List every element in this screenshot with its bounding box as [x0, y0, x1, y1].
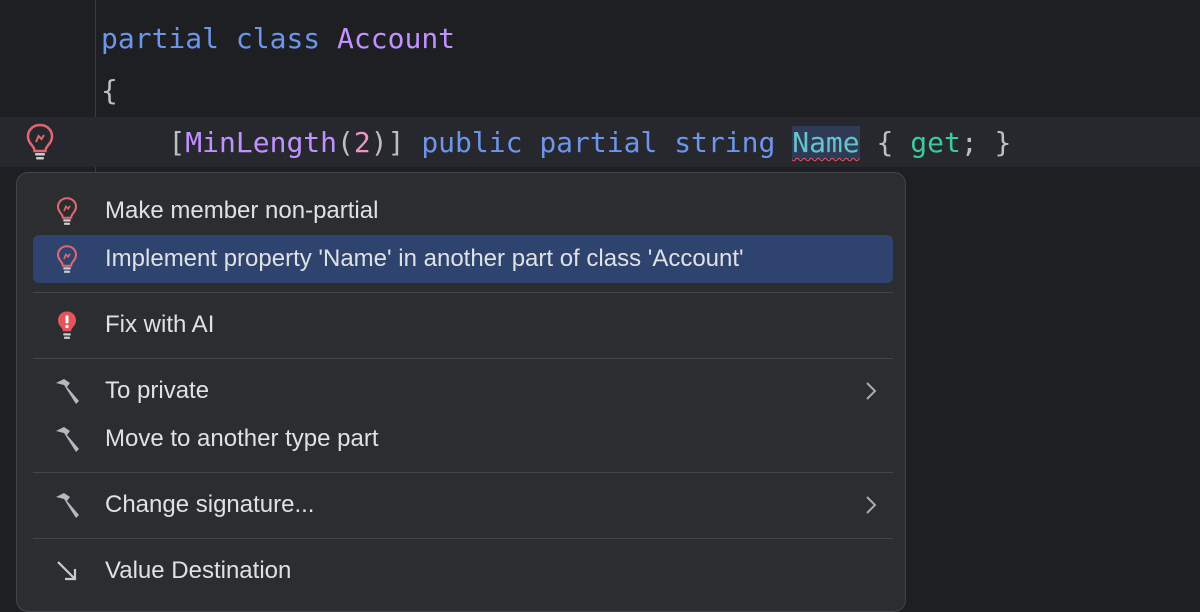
attribute-name: MinLength	[185, 126, 338, 159]
paren-bracket-close: )]	[370, 126, 405, 159]
menu-item-change-signature[interactable]: Change signature...	[33, 481, 893, 529]
menu-separator	[33, 472, 893, 473]
keyword-string: string	[674, 126, 776, 159]
menu-separator	[33, 538, 893, 539]
menu-item-make-non-partial[interactable]: Make member non-partial	[33, 187, 893, 235]
hammer-icon	[51, 423, 83, 455]
brace-open: {	[876, 126, 894, 159]
menu-item-label: To private	[105, 377, 210, 404]
attribute-bracket-open: [	[168, 126, 186, 159]
menu-item-label: Implement property 'Name' in another par…	[105, 245, 744, 272]
menu-item-label: Change signature...	[105, 491, 315, 518]
code-line-1[interactable]: partial class Account	[101, 14, 455, 64]
code-line-2[interactable]: {	[101, 66, 118, 116]
menu-item-label: Fix with AI	[105, 311, 215, 338]
class-name-token: Account	[337, 22, 456, 55]
brace-close: }	[994, 126, 1012, 159]
ai-fix-icon	[51, 309, 83, 341]
chevron-right-icon	[861, 381, 881, 401]
keyword-class: class	[235, 22, 321, 55]
menu-item-fix-with-ai[interactable]: Fix with AI	[33, 301, 893, 349]
keyword-public: public	[421, 126, 523, 159]
menu-item-to-private[interactable]: To private	[33, 367, 893, 415]
menu-item-label: Move to another type part	[105, 425, 379, 452]
open-brace: {	[101, 74, 118, 107]
menu-item-label: Make member non-partial	[105, 197, 379, 224]
menu-separator	[33, 358, 893, 359]
menu-item-implement-property[interactable]: Implement property 'Name' in another par…	[33, 235, 893, 283]
bulb-error-icon	[51, 195, 83, 227]
keyword-partial: partial	[539, 126, 658, 159]
property-name-token[interactable]: Name	[792, 126, 860, 159]
semicolon: ;	[960, 126, 978, 159]
chevron-right-icon	[861, 495, 881, 515]
menu-item-move-to-type-part[interactable]: Move to another type part	[33, 415, 893, 463]
arrow-down-right-icon	[51, 555, 83, 587]
accessor-get: get	[910, 126, 961, 159]
menu-item-label: Value Destination	[105, 557, 292, 584]
attribute-argument: 2	[353, 126, 371, 159]
hammer-icon	[51, 375, 83, 407]
paren-open: (	[337, 126, 354, 159]
menu-separator	[33, 292, 893, 293]
bulb-error-icon	[51, 243, 83, 275]
menu-item-value-destination[interactable]: Value Destination	[33, 547, 893, 595]
code-line-3[interactable]: [MinLength(2)] public partial string Nam…	[101, 118, 1011, 168]
bulb-error-icon[interactable]	[24, 122, 56, 162]
context-actions-popup: Make member non-partial Implement proper…	[16, 172, 906, 612]
keyword-partial: partial	[101, 22, 220, 55]
hammer-icon	[51, 489, 83, 521]
